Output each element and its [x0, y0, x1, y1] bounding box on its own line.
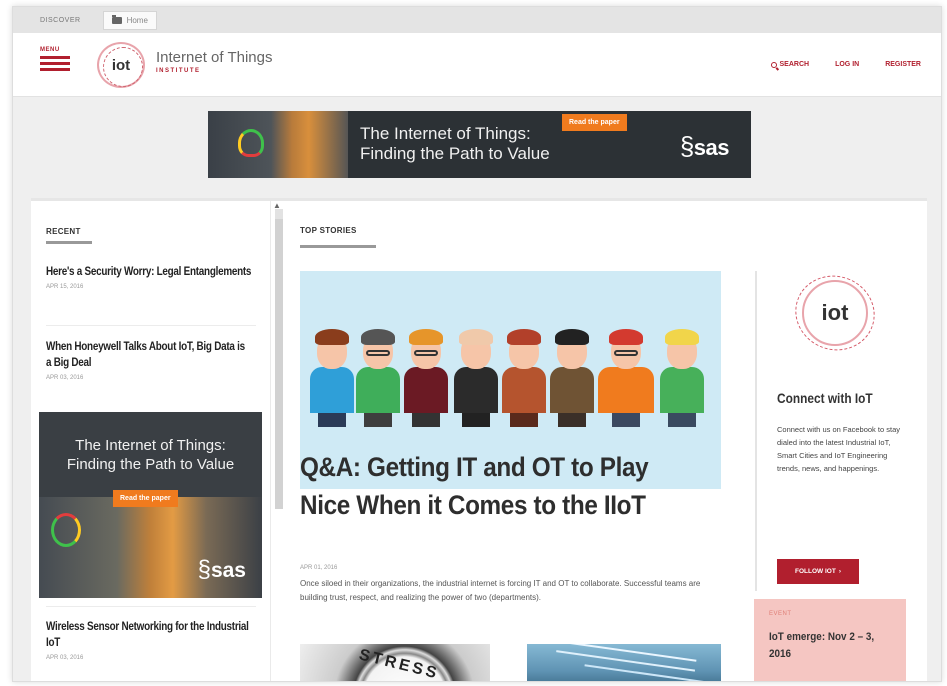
recent-column: RECENT Here's a Security Worry: Legal En…	[31, 201, 271, 681]
iot-logo[interactable]: iot	[784, 264, 886, 362]
home-tab[interactable]: Home	[102, 10, 157, 30]
iot-logo-text: iot	[821, 300, 849, 325]
recent-heading-underline	[46, 241, 92, 244]
person-figure	[598, 329, 654, 427]
scrollbar-track[interactable]	[275, 209, 283, 509]
login-link[interactable]: LOG IN	[835, 61, 859, 68]
brand-wordmark[interactable]: Internet of Things INSTITUTE	[156, 49, 272, 74]
recent-item-title[interactable]: Wireless Sensor Networking for the Indus…	[46, 619, 252, 651]
folder-icon	[111, 14, 122, 24]
person-figure	[356, 329, 400, 427]
banner-ad[interactable]: The Internet of Things: Finding the Path…	[208, 111, 751, 178]
follow-iot-button[interactable]: FOLLOW IOT ›	[777, 559, 859, 584]
logo-text: iot	[111, 56, 131, 74]
banner-ad-title-line2: Finding the Path to Value	[360, 144, 550, 163]
recent-item-date: APR 03, 2016	[46, 655, 84, 661]
hamburger-bar	[40, 62, 70, 65]
sidebar-ad-title: The Internet of Things: Finding the Path…	[39, 436, 262, 474]
divider	[46, 606, 256, 607]
connect-panel: iot Connect with IoT Connect with us on …	[755, 264, 915, 591]
register-link[interactable]: REGISTER	[885, 61, 921, 68]
search-label: SEARCH	[779, 61, 810, 68]
sas-logo-text: sas	[693, 135, 730, 160]
follow-iot-label: FOLLOW IOT	[795, 568, 836, 575]
chevron-right-icon: ›	[838, 568, 841, 575]
event-card[interactable]: EVENT IoT emerge: Nov 2 – 3, 2016	[754, 599, 906, 681]
recent-item[interactable]: When Honeywell Talks About IoT, Big Data…	[46, 339, 256, 381]
event-title[interactable]: IoT emerge: Nov 2 – 3, 2016	[769, 629, 886, 663]
sidebar-ad-title-line1: The Internet of Things:	[75, 437, 226, 454]
search-link[interactable]: SEARCH	[770, 61, 810, 68]
stress-text: STRESS	[357, 646, 441, 682]
home-tab-label: Home	[126, 15, 148, 25]
lead-story-date: APR 01, 2016	[300, 565, 338, 571]
recent-item-title[interactable]: When Honeywell Talks About IoT, Big Data…	[46, 339, 252, 371]
browser-frame: DISCOVER Home MENU iot Internet of Thing…	[12, 6, 942, 682]
banner-ad-title: The Internet of Things: Finding the Path…	[360, 124, 550, 164]
banner-ad-cta[interactable]: Read the paper	[562, 114, 627, 131]
person-figure	[660, 329, 704, 427]
sidebar-ad-title-line2: Finding the Path to Value	[66, 456, 235, 473]
recent-item[interactable]: Wireless Sensor Networking for the Indus…	[46, 619, 256, 661]
sas-logo-text: sas	[210, 559, 246, 582]
banner-ad-title-line1: The Internet of Things:	[360, 124, 531, 143]
sas-logo: §sas	[197, 556, 246, 583]
hamburger-icon	[40, 56, 70, 59]
top-stories-underline	[300, 245, 376, 248]
connect-description: Connect with us on Facebook to stay dial…	[777, 425, 900, 473]
story-thumbnail-lightning[interactable]	[527, 644, 721, 681]
discover-bar: DISCOVER Home	[13, 7, 941, 33]
sas-logo: §sas	[679, 131, 730, 161]
person-figure	[454, 329, 498, 427]
recent-item-title[interactable]: Here's a Security Worry: Legal Entanglem…	[46, 264, 252, 280]
site-logo[interactable]: iot	[97, 42, 145, 88]
connect-title: Connect with IoT	[777, 391, 873, 406]
event-label: EVENT	[769, 611, 792, 617]
person-figure	[502, 329, 546, 427]
top-stories-heading: TOP STORIES	[300, 226, 357, 235]
banner-ad-photo	[208, 111, 348, 178]
scrollbar-thumb[interactable]	[275, 219, 283, 509]
sidebar-ad[interactable]: The Internet of Things: Finding the Path…	[39, 412, 262, 598]
site-header: MENU iot Internet of Things INSTITUTE SE…	[13, 33, 941, 97]
recent-item-date: APR 15, 2016	[46, 284, 84, 290]
main-content: RECENT Here's a Security Worry: Legal En…	[31, 198, 927, 682]
person-figure	[550, 329, 594, 427]
story-thumbnail-stress[interactable]: STRESS	[300, 644, 490, 682]
recent-heading-text: RECENT	[46, 227, 81, 236]
lead-story-title[interactable]: Q&A: Getting IT and OT to Play Nice When…	[300, 448, 696, 524]
discover-label[interactable]: DISCOVER	[40, 17, 81, 24]
sidebar-ad-cta[interactable]: Read the paper	[113, 490, 178, 507]
recent-heading: RECENT	[46, 227, 92, 244]
divider	[46, 325, 256, 326]
header-nav: SEARCH LOG IN REGISTER	[770, 61, 921, 68]
person-figure	[310, 329, 354, 427]
menu-button[interactable]: MENU	[40, 47, 70, 71]
brand-name: Internet of Things	[156, 49, 273, 66]
recent-item[interactable]: Here's a Security Worry: Legal Entanglem…	[46, 264, 256, 290]
search-icon	[770, 61, 777, 68]
lead-story-description: Once siloed in their organizations, the …	[300, 579, 701, 602]
recent-item-date: APR 03, 2016	[46, 375, 84, 381]
person-figure	[404, 329, 448, 427]
brand-sub: INSTITUTE	[156, 68, 201, 74]
hamburger-bar	[40, 68, 70, 71]
menu-label: MENU	[40, 47, 60, 53]
